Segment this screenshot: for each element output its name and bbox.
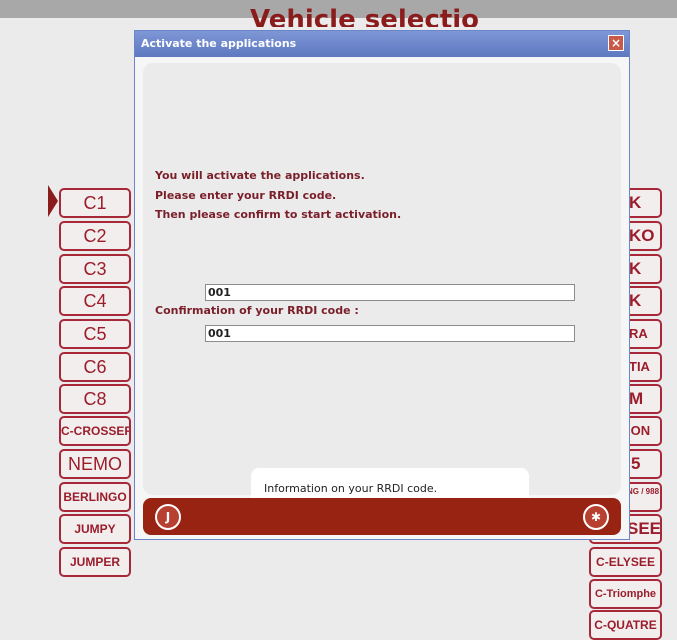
vehicle-button-berlingo[interactable]: BERLINGO [59,482,131,512]
vehicle-button-c-crosser[interactable]: C-CROSSER [59,416,131,446]
selection-arrow-icon [48,185,58,217]
page-title: Vehicle selection [250,5,480,27]
vehicle-button-c-quatre[interactable]: C-QUATRE [589,610,662,640]
info-text: Information on your RRDI code. [264,482,438,495]
vehicle-label: C-ELYSEE [596,555,655,569]
dialog-footer: J ✱ [143,498,621,535]
close-icon[interactable]: × [608,35,624,51]
dialog-title: Activate the applications [141,37,297,50]
vehicle-button-jumpy[interactable]: JUMPY [59,514,131,544]
vehicle-label: C-Triomphe [594,588,657,600]
dialog-content-panel: You will activate the applications. Plea… [143,63,621,514]
vehicle-button-c-triomphe[interactable]: C-Triomphe [589,579,662,609]
vehicle-button-c1[interactable]: C1 [59,188,131,218]
vehicle-button-c4[interactable]: C4 [59,286,131,316]
rrdi-confirm-input[interactable] [205,325,575,342]
vehicle-button-c3[interactable]: C3 [59,254,131,284]
vehicle-button-c5[interactable]: C5 [59,319,131,349]
vehicle-button-c6[interactable]: C6 [59,352,131,382]
message-line-3: Then please confirm to start activation. [155,208,402,221]
info-icon[interactable]: J [155,504,181,530]
confirm-icon[interactable]: ✱ [583,504,609,530]
activation-dialog: Activate the applications × You will act… [134,30,630,540]
rrdi-code-input[interactable] [205,284,575,301]
vehicle-button-c-elysee[interactable]: C-ELYSEE [589,547,662,577]
message-line-2: Please enter your RRDI code. [155,189,337,202]
vehicle-button-c2[interactable]: C2 [59,221,131,251]
vehicle-button-nemo[interactable]: NEMO [59,449,131,479]
vehicle-label: C-QUATRE [594,618,657,632]
vehicle-button-c8[interactable]: C8 [59,384,131,414]
message-line-1: You will activate the applications. [155,169,365,182]
vehicle-button-jumper[interactable]: JUMPER [59,547,131,577]
dialog-titlebar[interactable]: Activate the applications × [135,31,629,57]
confirmation-label: Confirmation of your RRDI code : [155,304,359,317]
